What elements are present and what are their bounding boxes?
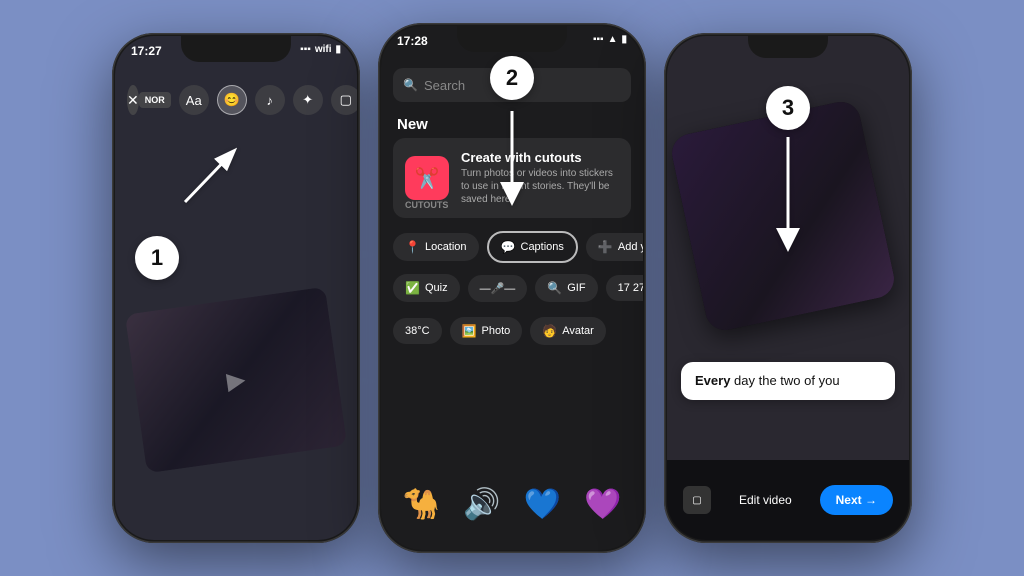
phone-1: 17:27 ▪▪▪ wifi ▮ ✕ NOR Aa 😊 ♪ ✦ ▢ (112, 33, 360, 543)
phone-3-bottom-bar: ▢ Edit video Next → (667, 460, 909, 540)
cutouts-text: Create with cutouts Turn photos or video… (461, 150, 619, 206)
location-label: Location (425, 241, 467, 253)
time-2: 17:28 (397, 34, 428, 48)
quiz-icon: ✅ (405, 281, 420, 295)
gif-chip[interactable]: 🔍 GIF (535, 274, 597, 302)
layout-icon[interactable]: ▢ (331, 85, 357, 115)
battery-icon: ▮ (335, 44, 341, 55)
video-preview-1 (125, 287, 347, 474)
emoji-chip-label: —🎤— (480, 282, 516, 295)
caption-text: Every day the two of you (695, 373, 840, 388)
text-icon[interactable]: Aa (179, 85, 209, 115)
location-chip[interactable]: 📍 Location (393, 233, 479, 261)
cutouts-icon: ✂️ (405, 156, 449, 200)
step-badge-2: 2 (490, 56, 534, 100)
add-yours-icon: ➕ (598, 240, 613, 254)
captions-label: Captions (521, 241, 564, 253)
heart-blue-sticker: 💙 (516, 478, 568, 530)
caption-bold: Every (695, 373, 730, 388)
cutouts-label: CUTOUTS (405, 200, 448, 210)
search-placeholder: Search (424, 78, 465, 93)
status-icons-2: ▪▪▪ ▲ ▮ (593, 34, 627, 45)
time-chip[interactable]: 17 27 (606, 275, 643, 301)
sticker-images: 🐪 🔊 💙 💜 (381, 478, 643, 530)
time-chip-label: 17 27 (618, 282, 643, 294)
next-button[interactable]: Next → (820, 485, 893, 515)
signal-icon: ▪▪▪ (300, 44, 311, 55)
phone-3-inner: Every day the two of you ▢ Edit video Ne… (667, 36, 909, 540)
sticker-row-2: ✅ Quiz —🎤— 🔍 GIF 17 27 (393, 274, 631, 302)
phone-3: Every day the two of you ▢ Edit video Ne… (664, 33, 912, 543)
caption-bubble: Every day the two of you (681, 362, 895, 400)
photo-icon: 🖼️ (462, 324, 477, 338)
toolbar-icons: NOR Aa 😊 ♪ ✦ ▢ ↓ (139, 85, 357, 115)
location-icon: 📍 (405, 240, 420, 254)
time-1: 17:27 (131, 44, 162, 58)
gif-icon: 🔍 (547, 281, 562, 295)
arrow-2 (487, 106, 537, 211)
emoji-chip[interactable]: —🎤— (468, 275, 528, 302)
phone-1-toolbar: ✕ NOR Aa 😊 ♪ ✦ ▢ ↓ (115, 76, 357, 124)
sound-sticker: 🔊 (456, 478, 508, 530)
photo-chip[interactable]: 🖼️ Photo (450, 317, 523, 345)
search-icon: 🔍 (403, 78, 418, 92)
step-badge-1: 1 (135, 236, 179, 280)
notch-3 (748, 36, 828, 58)
cutouts-title: Create with cutouts (461, 150, 619, 165)
arrow-1 (175, 132, 255, 217)
temp-chip[interactable]: 38°C (393, 318, 442, 344)
phone-1-inner: 17:27 ▪▪▪ wifi ▮ ✕ NOR Aa 😊 ♪ ✦ ▢ (115, 36, 357, 540)
add-yours-label: Add yours (618, 241, 643, 253)
wifi-icon: wifi (315, 44, 332, 55)
photo-label: Photo (482, 325, 511, 337)
effects-icon[interactable]: ✦ (293, 85, 323, 115)
battery-icon-2: ▮ (621, 34, 627, 45)
box-icon: ▢ (692, 495, 701, 506)
phone-2: 17:28 ▪▪▪ ▲ ▮ 🔍 Search New ✂️ Create wit… (378, 23, 646, 553)
camel-sticker: 🐪 (395, 478, 447, 530)
sticker-row-3: 38°C 🖼️ Photo 🧑 Avatar (393, 317, 631, 345)
music-icon[interactable]: ♪ (255, 85, 285, 115)
edit-video-label: Edit video (739, 493, 792, 507)
quiz-label: Quiz (425, 282, 448, 294)
gif-label: GIF (567, 282, 585, 294)
captions-icon: 💬 (501, 240, 516, 254)
next-label: Next → (836, 493, 877, 507)
notch-2 (457, 26, 567, 52)
video-card-1 (125, 287, 347, 474)
avatar-label: Avatar (562, 325, 594, 337)
section-label: New (397, 116, 428, 133)
heart-purple-sticker: 💜 (577, 478, 629, 530)
notch-1 (181, 36, 291, 62)
nor-tag: NOR (139, 92, 171, 108)
caption-rest: day the two of you (730, 373, 839, 388)
cutouts-description: Turn photos or videos into stickers to u… (461, 167, 619, 206)
temp-label: 38°C (405, 325, 430, 337)
avatar-icon: 🧑 (542, 324, 557, 338)
phones-container: 17:27 ▪▪▪ wifi ▮ ✕ NOR Aa 😊 ♪ ✦ ▢ (92, 3, 932, 573)
avatar-chip[interactable]: 🧑 Avatar (530, 317, 606, 345)
status-icons-1: ▪▪▪ wifi ▮ (300, 44, 341, 55)
close-button[interactable]: ✕ (127, 85, 139, 115)
step-badge-3: 3 (766, 86, 810, 130)
sticker-icon[interactable]: 😊 (217, 85, 247, 115)
quiz-chip[interactable]: ✅ Quiz (393, 274, 460, 302)
icon-box[interactable]: ▢ (683, 486, 711, 514)
captions-chip[interactable]: 💬 Captions (487, 231, 578, 263)
wifi-icon-2: ▲ (608, 34, 618, 45)
add-yours-chip[interactable]: ➕ Add yours (586, 233, 643, 261)
signal-icon-2: ▪▪▪ (593, 34, 604, 45)
arrow-3 (763, 132, 813, 257)
phone-2-inner: 17:28 ▪▪▪ ▲ ▮ 🔍 Search New ✂️ Create wit… (381, 26, 643, 550)
sticker-row-1: 📍 Location 💬 Captions ➕ Add yours (393, 231, 631, 263)
